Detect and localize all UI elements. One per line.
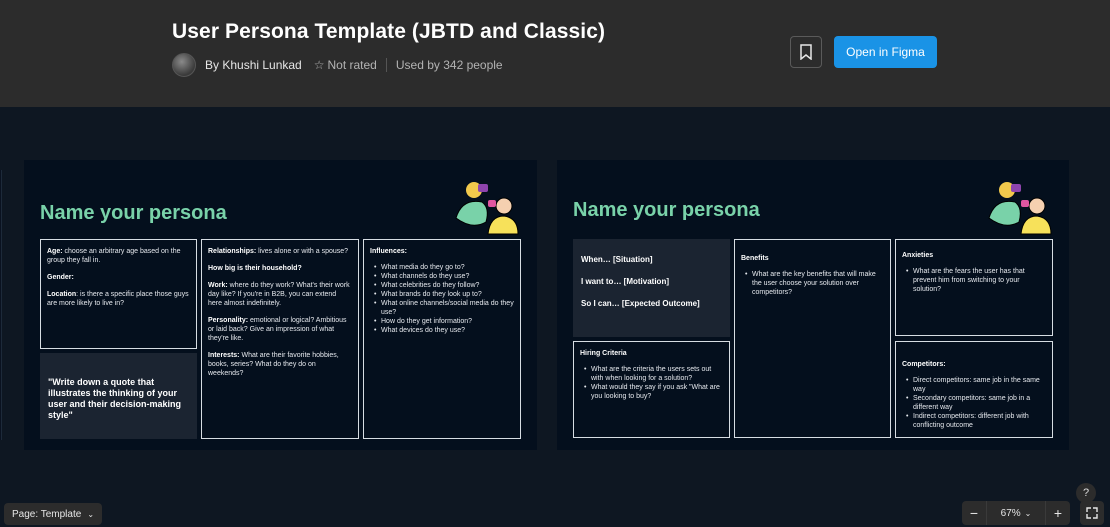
list-item: What channels do they use? (374, 272, 514, 281)
list-item: What online channels/social media do the… (374, 299, 514, 317)
classic-persona-frame[interactable]: Name your persona Age: choose an arbitra… (24, 160, 537, 450)
avatar[interactable] (172, 53, 196, 77)
star-icon: ☆ (313, 58, 325, 72)
list-item: What would they say if you ask "What are… (584, 383, 723, 401)
benefits-card: Benefits What are the key benefits that … (734, 239, 891, 438)
zoom-out-button[interactable]: − (962, 501, 986, 525)
file-meta: By Khushi Lunkad ☆ Not rated Used by 342… (172, 52, 503, 78)
household-card: Relationships: lives alone or with a spo… (201, 239, 359, 439)
competitors-card: Competitors: Direct competitors: same jo… (895, 341, 1053, 438)
list-item: What are the key benefits that will make… (745, 270, 884, 297)
open-in-figma-button[interactable]: Open in Figma (834, 36, 937, 68)
expand-icon (1086, 507, 1098, 519)
bookmark-button[interactable] (790, 36, 822, 68)
list-item: Secondary competitors: same job in a dif… (906, 394, 1046, 412)
jtbd-persona-frame[interactable]: Name your persona When… [Situation] I wa… (557, 160, 1069, 450)
people-illustration-icon (988, 182, 1052, 235)
chevron-down-icon: ⌄ (1024, 508, 1032, 518)
divider (385, 58, 387, 72)
hiring-criteria-card: Hiring Criteria What are the criteria th… (573, 341, 730, 438)
list-item: What devices do they use? (374, 326, 514, 335)
influences-card: Influences: What media do they go to? Wh… (363, 239, 521, 439)
list-item: How do they get information? (374, 317, 514, 326)
list-item: Direct competitors: same job in the same… (906, 376, 1046, 394)
zoom-in-button[interactable]: + (1046, 501, 1070, 525)
chevron-down-icon: ⌄ (87, 509, 95, 519)
zoom-controls: − 67% ⌄ + (962, 501, 1070, 525)
list-item: What are the fears the user has that pre… (906, 267, 1046, 294)
help-button[interactable]: ? (1076, 483, 1096, 503)
zoom-level: 67% (1000, 507, 1021, 519)
list-item: What brands do they look up to? (374, 290, 514, 299)
quote-text: "Write down a quote that illustrates the… (48, 377, 182, 420)
page-selector[interactable]: Page: Template ⌄ (4, 503, 103, 525)
jtbd-card: When… [Situation] I want to… [Motivation… (573, 239, 730, 337)
quote-card: "Write down a quote that illustrates the… (40, 353, 197, 439)
bookmark-icon (800, 44, 812, 60)
list-item: What media do they go to? (374, 263, 514, 272)
zoom-level-dropdown[interactable]: 67% ⌄ (986, 501, 1046, 525)
top-bar: User Persona Template (JBTD and Classic)… (0, 0, 1110, 107)
anxieties-card: Anxieties What are the fears the user ha… (895, 239, 1053, 336)
list-item: What celebrities do they follow? (374, 281, 514, 290)
list-item: Indirect competitors: different job with… (906, 412, 1046, 430)
offscreen-frame-edge (0, 170, 2, 440)
fullscreen-button[interactable] (1080, 501, 1104, 525)
persona-title: Name your persona (573, 199, 760, 221)
page-label: Page: Template (12, 508, 82, 520)
list-item: What are the criteria the users sets out… (584, 365, 723, 383)
people-illustration-icon (455, 182, 519, 235)
page-title: User Persona Template (JBTD and Classic) (172, 20, 606, 43)
author-link[interactable]: By Khushi Lunkad (205, 58, 302, 72)
basics-card: Age: choose an arbitrary age based on th… (40, 239, 197, 349)
persona-title: Name your persona (40, 202, 227, 224)
usage-text: Used by 342 people (395, 58, 503, 72)
rating-text: Not rated (327, 58, 377, 72)
